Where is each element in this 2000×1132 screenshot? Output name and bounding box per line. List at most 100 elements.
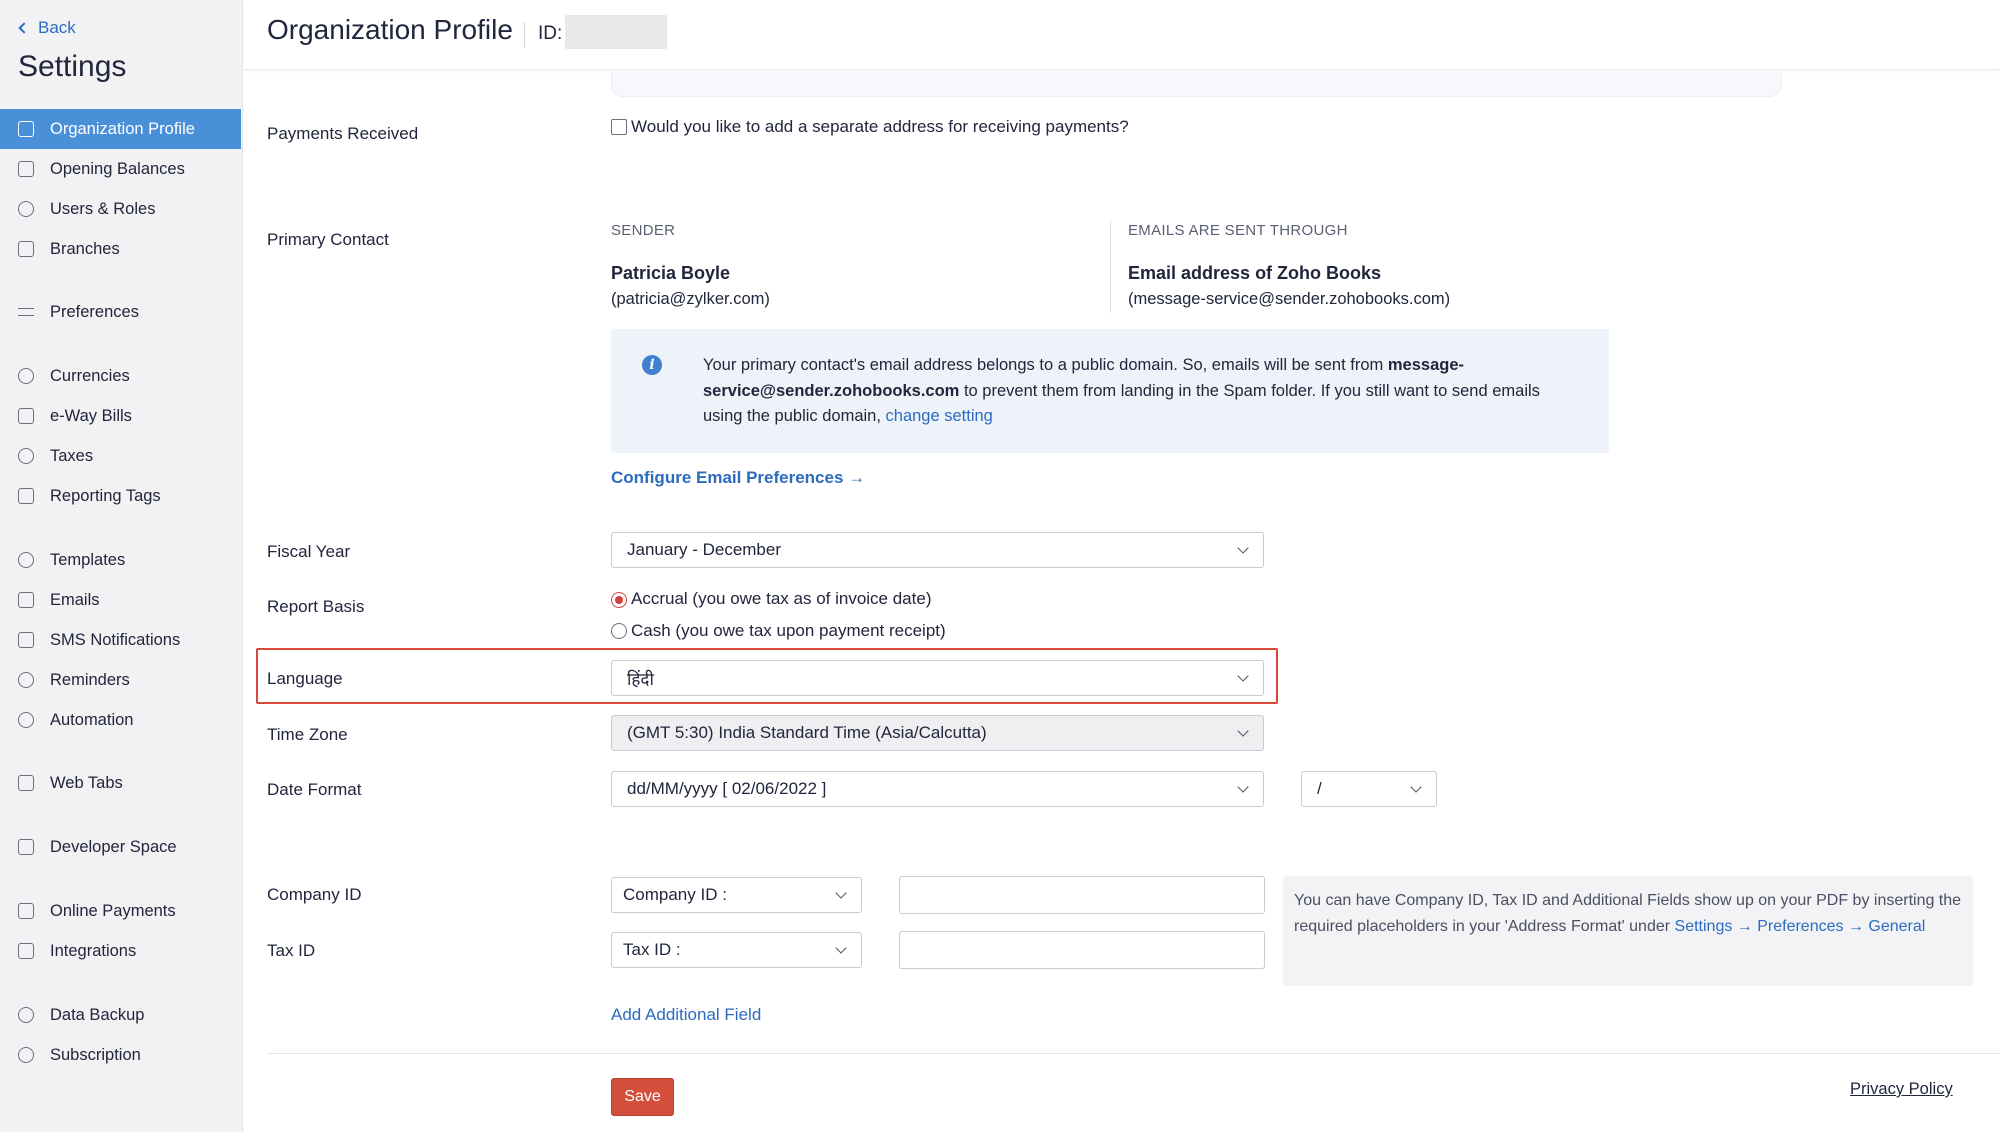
tax-id-select[interactable]: Tax ID : xyxy=(611,932,862,968)
sidebar-item-subscription[interactable]: Subscription xyxy=(0,1035,241,1075)
arrow-right-icon: → xyxy=(848,468,866,487)
building-icon xyxy=(18,121,34,137)
sidebar-item-label: Online Payments xyxy=(50,901,176,920)
sender-heading: SENDER xyxy=(611,222,676,239)
sidebar-item-reminders[interactable]: Reminders xyxy=(0,660,241,700)
fiscal-year-label: Fiscal Year xyxy=(267,542,351,561)
date-format-label: Date Format xyxy=(267,780,362,799)
payments-received-label: Payments Received xyxy=(267,124,419,143)
settings-sidebar: Back Settings Organization Profile Openi… xyxy=(0,0,243,1132)
sidebar-item-label: e-Way Bills xyxy=(50,406,132,425)
configure-email-preferences-link[interactable]: Configure Email Preferences → xyxy=(611,468,865,488)
sidebar-item-preferences[interactable]: Preferences xyxy=(0,292,241,332)
add-additional-field-link[interactable]: Add Additional Field xyxy=(611,1005,761,1025)
payments-icon xyxy=(18,903,34,919)
sidebar-item-developer-space[interactable]: Developer Space xyxy=(0,827,241,867)
change-setting-link[interactable]: change setting xyxy=(886,407,993,425)
back-link[interactable]: Back xyxy=(18,18,76,38)
sidebar-item-label: Users & Roles xyxy=(50,199,156,218)
public-domain-info-box: i Your primary contact's email address b… xyxy=(611,329,1609,453)
sender-name: Patricia Boyle xyxy=(611,263,731,283)
code-icon xyxy=(18,839,34,855)
contact-divider xyxy=(1110,221,1111,313)
branches-icon xyxy=(18,241,34,257)
sms-icon xyxy=(18,632,34,648)
sidebar-item-templates[interactable]: Templates xyxy=(0,540,241,580)
sidebar-item-label: Preferences xyxy=(50,302,139,321)
web-tabs-icon xyxy=(18,775,34,791)
sidebar-item-currencies[interactable]: Currencies xyxy=(0,356,241,396)
sidebar-item-organization-profile[interactable]: Organization Profile xyxy=(0,109,241,149)
sender-email: (patricia@zylker.com) xyxy=(611,290,770,308)
sidebar-item-users-roles[interactable]: Users & Roles xyxy=(0,189,241,229)
tax-id-input[interactable] xyxy=(899,931,1265,969)
accrual-radio-label[interactable]: Accrual (you owe tax as of invoice date) xyxy=(631,589,931,609)
cash-radio[interactable] xyxy=(611,623,627,639)
sidebar-item-label: Web Tabs xyxy=(50,773,123,792)
date-separator-select[interactable]: / xyxy=(1301,771,1437,807)
sidebar-item-online-payments[interactable]: Online Payments xyxy=(0,891,241,931)
sidebar-item-label: Opening Balances xyxy=(50,159,185,178)
integrations-icon xyxy=(18,943,34,959)
language-value: हिंदी xyxy=(627,669,654,690)
sidebar-item-web-tabs[interactable]: Web Tabs xyxy=(0,763,241,803)
accrual-radio[interactable] xyxy=(611,592,627,608)
sidebar-item-sms-notifications[interactable]: SMS Notifications xyxy=(0,620,241,660)
placeholder-note: You can have Company ID, Tax ID and Addi… xyxy=(1283,876,1973,986)
info-text-part: Your primary contact's email address bel… xyxy=(703,356,1388,374)
company-id-input[interactable] xyxy=(899,876,1265,914)
company-id-select[interactable]: Company ID : xyxy=(611,877,862,913)
info-icon: i xyxy=(642,355,662,375)
chevron-down-icon xyxy=(1237,781,1249,793)
chevron-down-icon xyxy=(835,887,847,899)
tax-id-select-value: Tax ID : xyxy=(623,940,681,959)
sidebar-item-emails[interactable]: Emails xyxy=(0,580,241,620)
org-id-value xyxy=(565,15,667,49)
title-divider xyxy=(524,22,525,48)
language-label: Language xyxy=(267,669,343,688)
sidebar-item-automation[interactable]: Automation xyxy=(0,700,241,740)
sidebar-item-eway-bills[interactable]: e-Way Bills xyxy=(0,396,241,436)
time-zone-value: (GMT 5:30) India Standard Time (Asia/Cal… xyxy=(627,723,987,742)
sidebar-item-reporting-tags[interactable]: Reporting Tags xyxy=(0,476,241,516)
sidebar-item-label: Integrations xyxy=(50,941,137,960)
page-title: Organization Profile xyxy=(267,14,513,45)
info-message: Your primary contact's email address bel… xyxy=(703,353,1583,430)
time-zone-select[interactable]: (GMT 5:30) India Standard Time (Asia/Cal… xyxy=(611,715,1264,751)
sidebar-item-label: Branches xyxy=(50,239,120,258)
settings-preferences-general-link[interactable]: Settings → Preferences → General xyxy=(1675,918,1926,935)
sidebar-item-opening-balances[interactable]: Opening Balances xyxy=(0,149,241,189)
date-format-select[interactable]: dd/MM/yyyy [ 02/06/2022 ] xyxy=(611,771,1264,807)
chevron-down-icon xyxy=(1237,542,1249,554)
time-zone-label: Time Zone xyxy=(267,725,348,744)
language-select[interactable]: हिंदी xyxy=(611,660,1264,696)
sidebar-item-label: Developer Space xyxy=(50,837,177,856)
sidebar-item-branches[interactable]: Branches xyxy=(0,229,241,269)
chevron-left-icon xyxy=(18,22,30,34)
cash-radio-label[interactable]: Cash (you owe tax upon payment receipt) xyxy=(631,621,946,641)
fiscal-year-select[interactable]: January - December xyxy=(611,532,1264,568)
sidebar-item-taxes[interactable]: Taxes xyxy=(0,436,241,476)
sidebar-item-data-backup[interactable]: Data Backup xyxy=(0,995,241,1035)
address-panel xyxy=(611,70,1782,97)
chevron-down-icon xyxy=(1237,670,1249,682)
sidebar-item-label: SMS Notifications xyxy=(50,630,181,649)
sidebar-item-label: Emails xyxy=(50,590,100,609)
separate-payment-address-label[interactable]: Would you like to add a separate address… xyxy=(631,117,1129,137)
ledger-icon xyxy=(18,161,34,177)
sent-through-name: Email address of Zoho Books xyxy=(1128,263,1382,283)
tax-icon xyxy=(18,448,34,464)
sidebar-item-label: Taxes xyxy=(50,446,94,465)
footer-divider xyxy=(267,1053,2000,1054)
privacy-policy-link[interactable]: Privacy Policy xyxy=(1850,1080,1953,1099)
sidebar-item-integrations[interactable]: Integrations xyxy=(0,931,241,971)
separate-payment-address-checkbox[interactable] xyxy=(611,119,627,135)
save-button[interactable]: Save xyxy=(611,1078,674,1116)
date-separator-value: / xyxy=(1317,779,1322,798)
palette-icon xyxy=(18,552,34,568)
date-format-value: dd/MM/yyyy [ 02/06/2022 ] xyxy=(627,779,827,798)
org-id-label: ID: xyxy=(538,23,563,44)
configure-email-preferences-label: Configure Email Preferences xyxy=(611,468,844,487)
sent-through-heading: EMAILS ARE SENT THROUGH xyxy=(1128,222,1348,239)
company-id-select-value: Company ID : xyxy=(623,885,727,904)
